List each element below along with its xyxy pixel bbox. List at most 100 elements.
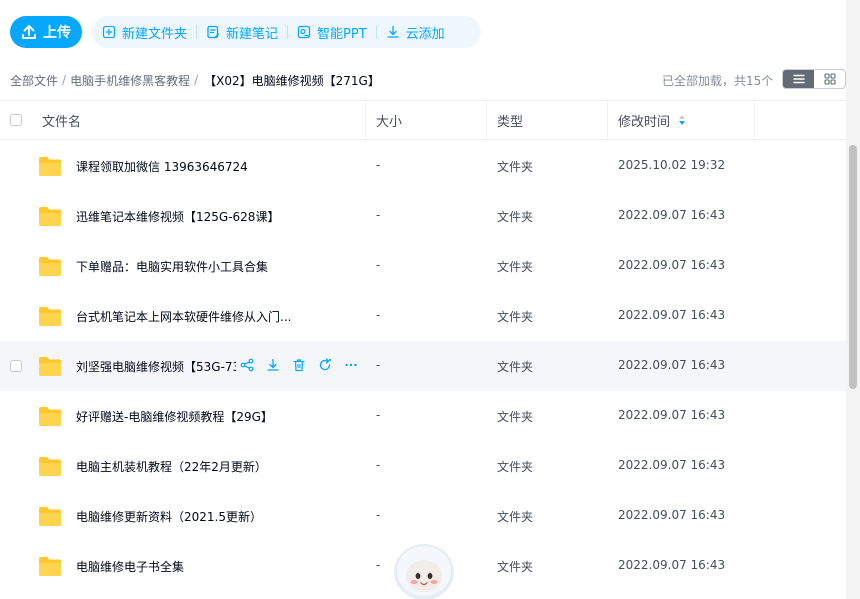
folder-icon bbox=[39, 207, 61, 226]
file-modified: 2022.09.07 16:43 bbox=[618, 408, 726, 422]
table-row[interactable]: 刘坚强电脑维修视频【53G-73 - 文件夹 2022.09.07 16:43 bbox=[0, 341, 846, 391]
table-row[interactable]: 迅维笔记本维修视频【125G-628课】 - 文件夹 2022.09.07 16… bbox=[0, 191, 846, 241]
file-type: 文件夹 bbox=[497, 410, 534, 424]
file-modified: 2025.10.02 19:32 bbox=[618, 158, 726, 172]
folder-icon bbox=[39, 257, 61, 276]
file-type: 文件夹 bbox=[497, 560, 534, 574]
divider bbox=[196, 25, 198, 39]
table-row[interactable]: 电脑主机装机教程（22年2月更新） - 文件夹 2022.09.07 16:43 bbox=[0, 441, 846, 491]
file-name[interactable]: 电脑主机装机教程（22年2月更新） bbox=[76, 458, 267, 475]
action-group: 新建文件夹 新建笔记 智能PPT 云添加 bbox=[92, 16, 481, 48]
file-name[interactable]: 好评赠送-电脑维修视频教程【29G】 bbox=[76, 408, 273, 425]
select-all-checkbox[interactable] bbox=[10, 101, 22, 139]
table-header: 文件名 大小 类型 修改时间 bbox=[0, 100, 846, 140]
upload-button[interactable]: 上传 bbox=[10, 16, 82, 48]
sync-icon[interactable] bbox=[318, 358, 332, 372]
new-note-button[interactable]: 新建笔记 bbox=[206, 23, 278, 42]
ppt-icon bbox=[297, 25, 311, 39]
new-folder-button[interactable]: 新建文件夹 bbox=[102, 23, 187, 42]
file-type: 文件夹 bbox=[497, 360, 534, 374]
column-header-name[interactable]: 文件名 bbox=[42, 101, 81, 139]
file-size: - bbox=[376, 258, 381, 272]
file-modified: 2022.09.07 16:43 bbox=[618, 308, 726, 322]
file-size: - bbox=[376, 158, 381, 172]
file-modified: 2022.09.07 16:43 bbox=[618, 208, 726, 222]
loaded-count: 已全部加载，共15个 bbox=[662, 74, 774, 88]
folder-icon bbox=[39, 157, 61, 176]
delete-icon[interactable] bbox=[292, 358, 306, 372]
file-modified: 2022.09.07 16:43 bbox=[618, 258, 726, 272]
file-modified: 2022.09.07 16:43 bbox=[618, 458, 726, 472]
file-type: 文件夹 bbox=[497, 160, 534, 174]
file-type: 文件夹 bbox=[497, 310, 534, 324]
grid-view-button[interactable] bbox=[814, 70, 845, 88]
list-view-button[interactable] bbox=[783, 70, 814, 88]
table-row[interactable]: 台式机笔记本上网本软硬件维修从入门... - 文件夹 2022.09.07 16… bbox=[0, 291, 846, 341]
breadcrumb-all-files[interactable]: 全部文件 bbox=[10, 72, 58, 89]
breadcrumb: 全部文件 / 电脑手机维修黑客教程 / 【X02】电脑维修视频【271G】 bbox=[10, 70, 380, 90]
note-icon bbox=[207, 25, 220, 39]
breadcrumb-parent[interactable]: 电脑手机维修黑客教程 bbox=[70, 72, 190, 89]
download-icon bbox=[387, 25, 399, 38]
file-modified: 2022.09.07 16:43 bbox=[618, 558, 726, 572]
folder-icon bbox=[39, 457, 61, 476]
file-name[interactable]: 电脑维修电子书全集 bbox=[76, 558, 184, 575]
row-checkbox[interactable] bbox=[10, 360, 22, 372]
table-row[interactable]: 好评赠送-电脑维修视频教程【29G】 - 文件夹 2022.09.07 16:4… bbox=[0, 391, 846, 441]
file-name[interactable]: 课程领取加微信 13963646724 bbox=[76, 158, 248, 175]
checkbox-box bbox=[10, 114, 22, 126]
list-icon bbox=[792, 74, 805, 84]
view-toggle bbox=[782, 69, 846, 89]
share-icon[interactable] bbox=[240, 358, 254, 372]
file-list: 课程领取加微信 13963646724 - 文件夹 2025.10.02 19:… bbox=[0, 141, 846, 591]
folder-icon bbox=[39, 557, 61, 576]
file-size: - bbox=[376, 458, 381, 472]
column-header-type[interactable]: 类型 bbox=[497, 101, 523, 139]
file-modified: 2022.09.07 16:43 bbox=[618, 358, 726, 372]
divider bbox=[287, 25, 289, 39]
file-size: - bbox=[376, 358, 381, 372]
toolbar: 上传 新建文件夹 新建笔记 智能PPT 云添加 bbox=[0, 0, 846, 62]
file-size: - bbox=[376, 308, 381, 322]
file-type: 文件夹 bbox=[497, 460, 534, 474]
column-divider bbox=[754, 101, 755, 139]
breadcrumb-current: 【X02】电脑维修视频【271G】 bbox=[204, 73, 380, 88]
file-size: - bbox=[376, 208, 381, 222]
column-header-size[interactable]: 大小 bbox=[376, 101, 402, 139]
table-row[interactable]: 电脑维修更新资料（2021.5更新） - 文件夹 2022.09.07 16:4… bbox=[0, 491, 846, 541]
column-header-modified-label: 修改时间 bbox=[618, 114, 671, 130]
table-row[interactable]: 课程领取加微信 13963646724 - 文件夹 2025.10.02 19:… bbox=[0, 141, 846, 191]
column-divider bbox=[486, 101, 487, 139]
breadcrumb-separator: / bbox=[62, 73, 67, 87]
scrollbar-thumb[interactable] bbox=[849, 145, 857, 389]
folder-icon bbox=[39, 307, 61, 326]
file-name[interactable]: 下单赠品：电脑实用软件小工具合集 bbox=[76, 258, 268, 275]
file-name[interactable]: 电脑维修更新资料（2021.5更新） bbox=[76, 508, 262, 525]
table-row[interactable]: 下单赠品：电脑实用软件小工具合集 - 文件夹 2022.09.07 16:43 bbox=[0, 241, 846, 291]
smart-ppt-button[interactable]: 智能PPT bbox=[297, 23, 367, 42]
row-actions bbox=[240, 358, 358, 372]
file-size: - bbox=[376, 408, 381, 422]
new-folder-label: 新建文件夹 bbox=[122, 26, 188, 42]
file-type: 文件夹 bbox=[497, 510, 534, 524]
cloud-add-label: 云添加 bbox=[405, 26, 445, 42]
file-size: - bbox=[376, 558, 381, 572]
assistant-mascot-icon[interactable] bbox=[390, 538, 458, 599]
upload-icon bbox=[22, 25, 36, 39]
file-name[interactable]: 迅维笔记本维修视频【125G-628课】 bbox=[76, 208, 279, 225]
file-name[interactable]: 台式机笔记本上网本软硬件维修从入门... bbox=[76, 308, 291, 325]
column-header-modified[interactable]: 修改时间 bbox=[618, 101, 686, 139]
column-divider bbox=[607, 101, 608, 139]
file-modified: 2022.09.07 16:43 bbox=[618, 508, 726, 522]
column-divider bbox=[365, 101, 366, 139]
cloud-add-button[interactable]: 云添加 bbox=[386, 23, 445, 42]
breadcrumb-separator: / bbox=[194, 73, 199, 87]
new-note-label: 新建笔记 bbox=[226, 26, 279, 42]
grid-icon bbox=[823, 73, 836, 85]
folder-icon bbox=[39, 357, 61, 376]
file-size: - bbox=[376, 508, 381, 522]
more-icon[interactable] bbox=[344, 358, 358, 372]
vertical-scrollbar[interactable] bbox=[846, 0, 860, 599]
file-name[interactable]: 刘坚强电脑维修视频【53G-73 bbox=[76, 358, 236, 375]
download-icon[interactable] bbox=[266, 358, 280, 372]
